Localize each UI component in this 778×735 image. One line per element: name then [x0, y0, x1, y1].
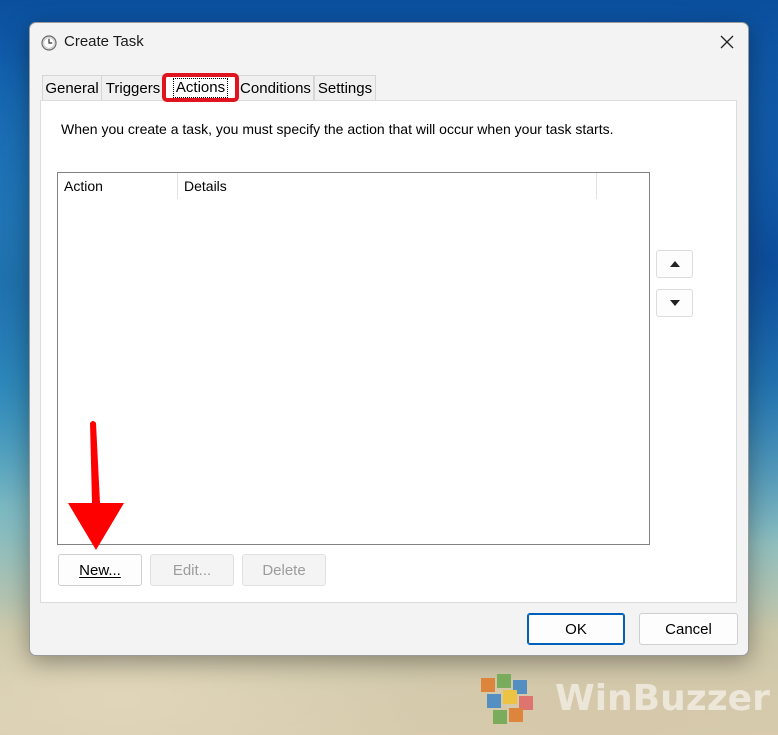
tab-conditions[interactable]: Conditions: [237, 75, 314, 101]
watermark: WinBuzzer: [475, 670, 775, 730]
column-header-action[interactable]: Action: [58, 173, 178, 199]
close-button[interactable]: [714, 29, 740, 55]
close-icon: [720, 35, 734, 49]
winbuzzer-logo-icon: [481, 674, 533, 724]
ok-button[interactable]: OK: [527, 613, 625, 645]
title-bar: Create Task: [30, 23, 748, 61]
tab-triggers[interactable]: Triggers: [101, 75, 165, 101]
instruction-text: When you create a task, you must specify…: [61, 121, 614, 137]
watermark-text: WinBuzzer: [555, 678, 770, 719]
tab-actions[interactable]: Actions: [162, 73, 239, 102]
clock-icon: [41, 35, 57, 51]
delete-action-button[interactable]: Delete: [242, 554, 326, 586]
list-header: Action Details: [58, 173, 649, 199]
move-up-button[interactable]: [656, 250, 693, 278]
new-action-button[interactable]: New...: [58, 554, 142, 586]
create-task-dialog: Create Task General Triggers Actions Con…: [29, 22, 749, 656]
cancel-button[interactable]: Cancel: [639, 613, 738, 645]
tab-general[interactable]: General: [42, 75, 102, 101]
move-down-button[interactable]: [656, 289, 693, 317]
window-title: Create Task: [64, 33, 144, 50]
column-header-details[interactable]: Details: [178, 173, 597, 199]
actions-panel: When you create a task, you must specify…: [40, 100, 737, 603]
tab-settings[interactable]: Settings: [314, 75, 376, 101]
triangle-down-icon: [669, 300, 680, 306]
triangle-up-icon: [669, 261, 680, 267]
red-arrow-annotation: [68, 421, 124, 550]
edit-action-button[interactable]: Edit...: [150, 554, 234, 586]
actions-list[interactable]: Action Details: [57, 172, 650, 545]
